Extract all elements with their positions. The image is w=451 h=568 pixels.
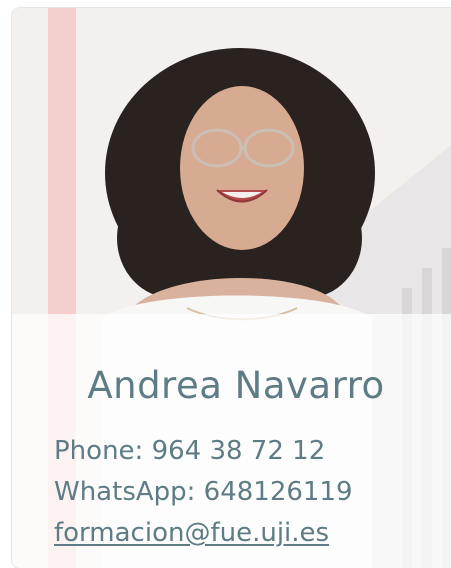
email-link[interactable]: formacion@fue.uji.es bbox=[54, 518, 329, 548]
whatsapp-text: WhatsApp: 648126119 bbox=[54, 477, 353, 507]
phone-text: Phone: 964 38 72 12 bbox=[54, 436, 326, 466]
contact-info-panel: Andrea Navarro Phone: 964 38 72 12 Whats… bbox=[12, 314, 451, 568]
contact-name: Andrea Navarro bbox=[87, 364, 385, 407]
contact-card: Andrea Navarro Phone: 964 38 72 12 Whats… bbox=[12, 8, 451, 568]
